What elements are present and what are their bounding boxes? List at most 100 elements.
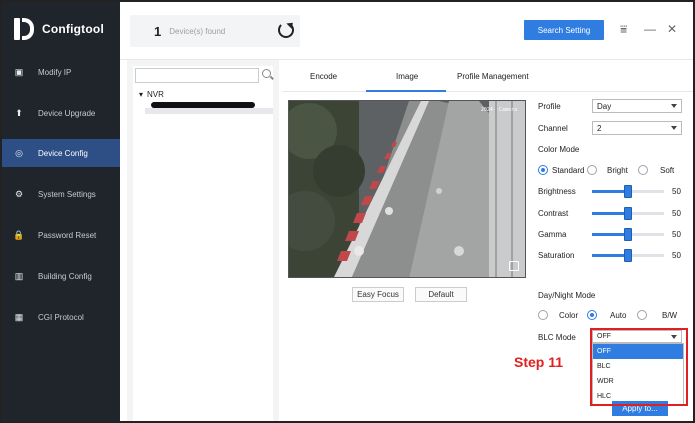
channel-label: Channel bbox=[538, 124, 568, 133]
config-tabs: Encode Image Profile Management bbox=[282, 60, 693, 92]
slider-thumb[interactable] bbox=[624, 185, 632, 198]
sidebar-item-modify-ip[interactable]: ▣ Modify IP bbox=[2, 58, 120, 86]
top-bar: 1 Device(s) found Search Setting ⩸ — ✕ bbox=[120, 2, 693, 60]
sidebar-item-cgi-protocol[interactable]: ▦ CGI Protocol bbox=[2, 303, 120, 331]
active-tab-indicator bbox=[366, 90, 446, 92]
daynight-auto-radio[interactable] bbox=[587, 310, 597, 320]
sidebar-item-label: CGI Protocol bbox=[38, 312, 84, 322]
slider-fill bbox=[592, 233, 628, 236]
close-icon[interactable]: ✕ bbox=[667, 22, 677, 36]
modify-ip-icon: ▣ bbox=[14, 66, 24, 77]
daynight-auto-label: Auto bbox=[610, 311, 627, 320]
color-mode-bright-label: Bright bbox=[607, 166, 628, 175]
tree-node-label: NVR bbox=[147, 90, 164, 99]
profile-value: Day bbox=[597, 101, 612, 111]
slider-fill bbox=[592, 190, 628, 193]
device-count: 1 bbox=[154, 23, 162, 39]
filter-icon[interactable]: ⩸ bbox=[620, 22, 627, 37]
contrast-label: Contrast bbox=[538, 209, 569, 218]
color-mode-label: Color Mode bbox=[538, 145, 580, 154]
slider-thumb[interactable] bbox=[624, 207, 632, 220]
config-icon: ◎ bbox=[15, 147, 23, 158]
device-found-label: Device(s) found bbox=[169, 26, 226, 36]
tab-image[interactable]: Image bbox=[396, 72, 418, 81]
device-tree-panel: ▾ NVR bbox=[127, 60, 279, 421]
profile-label: Profile bbox=[538, 102, 561, 111]
easy-focus-button[interactable]: Easy Focus bbox=[352, 287, 404, 302]
fullscreen-icon[interactable] bbox=[509, 261, 519, 271]
gamma-slider[interactable] bbox=[592, 228, 664, 241]
device-tree: ▾ NVR bbox=[133, 66, 273, 421]
brightness-slider[interactable] bbox=[592, 185, 664, 198]
search-setting-button[interactable]: Search Setting bbox=[524, 20, 604, 40]
saturation-label: Saturation bbox=[538, 251, 575, 260]
default-button[interactable]: Default bbox=[415, 287, 467, 302]
daynight-bw-label: B/W bbox=[662, 311, 678, 320]
daynight-color-label: Color bbox=[559, 311, 579, 320]
sidebar-item-label: Password Reset bbox=[38, 230, 97, 240]
tree-node-nvr[interactable]: ▾ NVR bbox=[139, 90, 164, 99]
lock-icon: 🔒 bbox=[13, 229, 25, 240]
blc-mode-label: BLC Mode bbox=[538, 333, 576, 342]
minimize-icon[interactable]: — bbox=[644, 22, 656, 36]
gamma-label: Gamma bbox=[538, 230, 567, 239]
saturation-slider[interactable] bbox=[592, 249, 664, 262]
sidebar-item-label: Building Config bbox=[38, 271, 92, 281]
video-timestamp: 2024-·Camera bbox=[480, 107, 517, 113]
daynight-color-radio[interactable] bbox=[538, 310, 548, 320]
system-settings-icon: ⚙ bbox=[14, 188, 24, 199]
preview-image bbox=[289, 101, 525, 277]
color-mode-soft-label: Soft bbox=[660, 166, 675, 175]
color-mode-standard-label: Standard bbox=[552, 166, 585, 175]
contrast-slider[interactable] bbox=[592, 207, 664, 220]
contrast-value: 50 bbox=[672, 209, 681, 218]
chevron-down-icon bbox=[671, 104, 677, 108]
logo-icon bbox=[14, 18, 34, 40]
channel-select[interactable]: 2 bbox=[592, 121, 682, 135]
sidebar-item-device-config[interactable]: ◎ Device Config bbox=[2, 139, 120, 167]
expand-arrow-icon[interactable]: ▾ bbox=[139, 90, 143, 99]
profile-select[interactable]: Day bbox=[592, 99, 682, 113]
gamma-value: 50 bbox=[672, 230, 681, 239]
building-icon: ▥ bbox=[14, 270, 24, 281]
color-mode-bright-radio[interactable] bbox=[587, 165, 597, 175]
tab-profile-management[interactable]: Profile Management bbox=[457, 72, 529, 81]
sidebar-item-building-config[interactable]: ▥ Building Config bbox=[2, 262, 120, 290]
tree-selected-row[interactable] bbox=[145, 108, 273, 114]
refresh-icon[interactable] bbox=[278, 22, 294, 38]
devices-found-box: 1 Device(s) found bbox=[130, 15, 300, 47]
sidebar-item-label: Device Upgrade bbox=[38, 108, 96, 118]
sidebar-item-password-reset[interactable]: 🔒 Password Reset bbox=[2, 221, 120, 249]
sidebar-item-system-settings[interactable]: ⚙ System Settings bbox=[2, 180, 120, 208]
daynight-label: Day/Night Mode bbox=[538, 291, 596, 300]
app-window: Configtool ▣ Modify IP ⬆ Device Upgrade … bbox=[0, 0, 695, 423]
video-preview: 2024-·Camera bbox=[288, 100, 526, 278]
chevron-down-icon bbox=[671, 126, 677, 130]
sidebar: Configtool ▣ Modify IP ⬆ Device Upgrade … bbox=[2, 2, 120, 421]
saturation-value: 50 bbox=[672, 251, 681, 260]
slider-fill bbox=[592, 212, 628, 215]
tree-search-input[interactable] bbox=[135, 68, 259, 83]
app-logo: Configtool bbox=[14, 18, 104, 40]
slider-thumb[interactable] bbox=[624, 228, 632, 241]
color-mode-soft-radio[interactable] bbox=[638, 165, 648, 175]
channel-value: 2 bbox=[597, 123, 602, 133]
sidebar-item-label: Modify IP bbox=[38, 67, 72, 77]
annotation-highlight-box bbox=[590, 328, 688, 406]
search-icon[interactable] bbox=[262, 69, 271, 78]
sidebar-item-label: Device Config bbox=[38, 148, 88, 158]
device-config-main: Encode Image Profile Management 2024-·Ca… bbox=[282, 60, 693, 421]
brightness-label: Brightness bbox=[538, 187, 576, 196]
brightness-value: 50 bbox=[672, 187, 681, 196]
app-title: Configtool bbox=[42, 22, 104, 36]
slider-thumb[interactable] bbox=[624, 249, 632, 262]
sidebar-item-device-upgrade[interactable]: ⬆ Device Upgrade bbox=[2, 99, 120, 127]
step-annotation: Step 11 bbox=[514, 354, 564, 370]
slider-fill bbox=[592, 254, 628, 257]
color-mode-standard-radio[interactable] bbox=[538, 165, 548, 175]
upgrade-icon: ⬆ bbox=[15, 107, 23, 118]
sidebar-item-label: System Settings bbox=[38, 189, 96, 199]
tab-encode[interactable]: Encode bbox=[310, 72, 337, 81]
grid-icon: ▦ bbox=[14, 311, 24, 322]
daynight-bw-radio[interactable] bbox=[637, 310, 647, 320]
